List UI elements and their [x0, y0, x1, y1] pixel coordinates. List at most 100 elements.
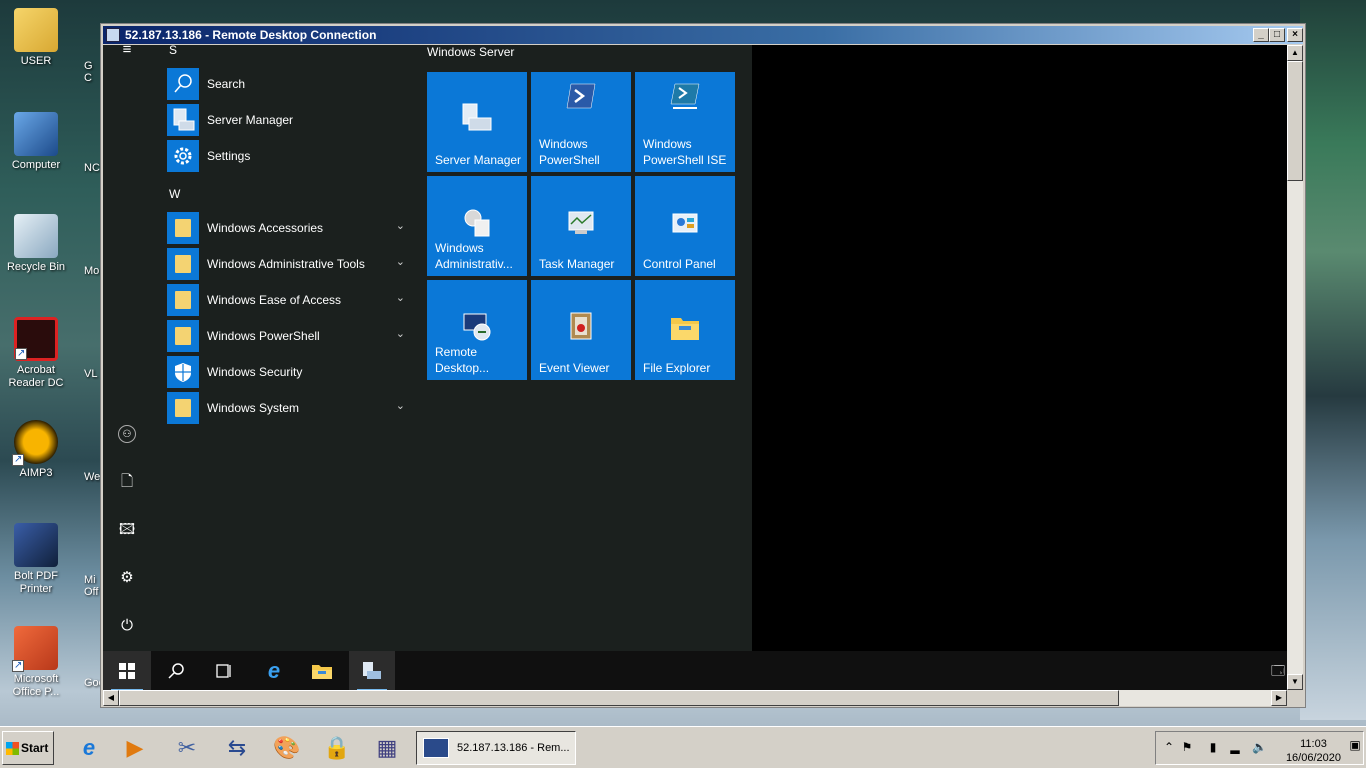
chevron-down-icon[interactable]: ⌄ [396, 399, 405, 412]
host-taskbar: Start e ▶ ✂ ⇆ 🎨 🔒 ▦ 52.187.13.186 - Rem.… [0, 726, 1366, 768]
window-titlebar[interactable]: 52.187.13.186 - Remote Desktop Connectio… [103, 26, 1303, 44]
hamburger-icon[interactable]: ≡ [118, 45, 136, 59]
gear-icon [167, 140, 199, 172]
tile-windows-powershell[interactable]: Windows PowerShell [531, 72, 631, 172]
chevron-down-icon[interactable]: ⌄ [396, 255, 405, 268]
tile-group-title[interactable]: Windows Server [427, 45, 514, 59]
vertical-scrollbar[interactable]: ▲ ▼ [1287, 45, 1303, 690]
desktop-icon-powerpoint[interactable]: Microsoft Office P... [2, 626, 70, 699]
taskbar-item-remote-desktop[interactable]: 52.187.13.186 - Rem... [416, 731, 576, 765]
clock-date: 16/06/2020 [1285, 752, 1341, 764]
gear-icon[interactable]: ⚙ [118, 569, 136, 587]
app-search[interactable]: Search [167, 68, 407, 100]
app-label: Settings [207, 149, 251, 163]
tile-label: Event Viewer [539, 361, 610, 375]
folder-icon [167, 392, 199, 424]
app-windows-accessories[interactable]: Windows Accessories ⌄ [167, 212, 407, 244]
notification-icon[interactable]: 🗔 [1255, 651, 1287, 690]
tile-event-viewer[interactable]: Event Viewer [531, 280, 631, 380]
desktop-icon-label: Bolt PDF Printer [13, 570, 58, 595]
tile-windows-powershell-ise[interactable]: Windows PowerShell ISE [635, 72, 735, 172]
file-explorer-icon [669, 312, 701, 344]
snipping-tool-icon[interactable]: ✂ [170, 731, 204, 765]
calculator-icon[interactable]: ▦ [370, 731, 404, 765]
close-button[interactable]: × [1287, 28, 1303, 42]
tile-windows-administrative-tools[interactable]: Windows Administrativ... [427, 176, 527, 276]
tile-remote-desktop[interactable]: Remote Desktop... [427, 280, 527, 380]
clock[interactable]: 11:03 16/06/2020 [1286, 737, 1341, 765]
desktop-wallpaper [1300, 0, 1366, 720]
desktop-icon-label: Computer [11, 159, 61, 171]
server-manager-icon [167, 104, 199, 136]
network-signal-icon[interactable]: ▂ [1228, 740, 1242, 756]
task-view-icon[interactable] [201, 651, 247, 690]
remote-desktop-icon [461, 310, 493, 342]
tile-label: Control Panel [643, 257, 716, 271]
partial-label: VL [84, 368, 98, 380]
search-icon [167, 68, 199, 100]
internet-explorer-icon[interactable]: e [72, 731, 106, 765]
app-server-manager[interactable]: Server Manager [167, 104, 407, 136]
scroll-down-button[interactable]: ▼ [1287, 674, 1303, 690]
network-connect-icon[interactable]: ⇆ [220, 731, 254, 765]
user-icon[interactable]: ⚇ [118, 425, 136, 443]
minimize-button[interactable]: _ [1253, 28, 1269, 42]
app-windows-security[interactable]: Windows Security [167, 356, 407, 388]
desktop-icon-bolt-pdf[interactable]: Bolt PDF Printer [2, 523, 70, 596]
security-lock-icon[interactable]: 🔒 [320, 731, 354, 765]
chevron-down-icon[interactable]: ⌄ [396, 327, 405, 340]
volume-icon[interactable]: 🔈 [1252, 740, 1267, 756]
letter-header-w[interactable]: W [169, 187, 180, 201]
scroll-thumb[interactable] [119, 690, 1119, 706]
chevron-down-icon[interactable]: ⌄ [396, 219, 405, 232]
shield-icon [167, 356, 199, 388]
tile-task-manager[interactable]: Task Manager [531, 176, 631, 276]
powershell-ise-icon [669, 80, 701, 112]
scroll-left-button[interactable]: ◀ [103, 690, 119, 706]
show-hidden-icons-icon[interactable]: ⌃ [1162, 740, 1176, 756]
battery-icon[interactable]: ▮ [1206, 740, 1220, 756]
scroll-up-button[interactable]: ▲ [1287, 45, 1303, 61]
desktop-icon-recycle-bin[interactable]: Recycle Bin [2, 214, 70, 274]
rdp-app-icon [106, 28, 120, 42]
tile-server-manager[interactable]: Server Manager [427, 72, 527, 172]
pictures-icon[interactable]: 🖾 [118, 521, 136, 539]
start-button[interactable]: Start [2, 731, 54, 765]
scroll-right-button[interactable]: ▶ [1271, 690, 1287, 706]
scroll-thumb[interactable] [1287, 61, 1303, 181]
tile-file-explorer[interactable]: File Explorer [635, 280, 735, 380]
remote-screen[interactable]: ≡ ⚇ 🗋 🖾 ⚙ ⏻ S Search Server Manager Sett… [103, 45, 1287, 690]
desktop-icon-computer[interactable]: Computer [2, 112, 70, 172]
horizontal-scrollbar[interactable]: ◀ ▶ [103, 690, 1287, 706]
document-icon[interactable]: 🗋 [118, 473, 136, 491]
windows-start-icon[interactable] [103, 651, 151, 690]
windows-flag-icon [6, 742, 19, 755]
paint-icon[interactable]: 🎨 [270, 731, 304, 765]
folder-icon [167, 284, 199, 316]
flag-icon[interactable]: ⚑ [1180, 740, 1194, 756]
file-explorer-icon[interactable] [299, 651, 345, 690]
start-menu: ≡ ⚇ 🗋 🖾 ⚙ ⏻ S Search Server Manager Sett… [103, 45, 752, 651]
partial-label: Mi [84, 574, 96, 586]
app-settings[interactable]: Settings [167, 140, 407, 172]
maximize-button[interactable]: □ [1269, 28, 1285, 42]
desktop-icon-user[interactable]: USER [2, 8, 70, 68]
letter-header-s[interactable]: S [169, 45, 177, 57]
app-windows-administrative-tools[interactable]: Windows Administrative Tools ⌄ [167, 248, 407, 280]
app-label: Search [207, 77, 246, 91]
app-windows-ease-of-access[interactable]: Windows Ease of Access ⌄ [167, 284, 407, 316]
media-player-icon[interactable]: ▶ [118, 731, 152, 765]
remote-desktop-window[interactable]: 52.187.13.186 - Remote Desktop Connectio… [100, 23, 1306, 708]
chevron-down-icon[interactable]: ⌄ [396, 291, 405, 304]
app-windows-system[interactable]: Windows System ⌄ [167, 392, 407, 424]
internet-explorer-icon[interactable]: e [251, 651, 297, 690]
tile-label: Windows Administrativ... [435, 241, 513, 271]
desktop-icon-aimp[interactable]: AIMP3 [2, 420, 70, 480]
power-icon[interactable]: ⏻ [118, 617, 136, 635]
server-manager-icon[interactable] [349, 651, 395, 690]
desktop-icon-acrobat[interactable]: Acrobat Reader DC [2, 317, 70, 390]
tile-control-panel[interactable]: Control Panel [635, 176, 735, 276]
search-icon[interactable] [153, 651, 199, 690]
app-windows-powershell[interactable]: Windows PowerShell ⌄ [167, 320, 407, 352]
show-desktop-icon[interactable]: ▣ [1348, 738, 1362, 754]
